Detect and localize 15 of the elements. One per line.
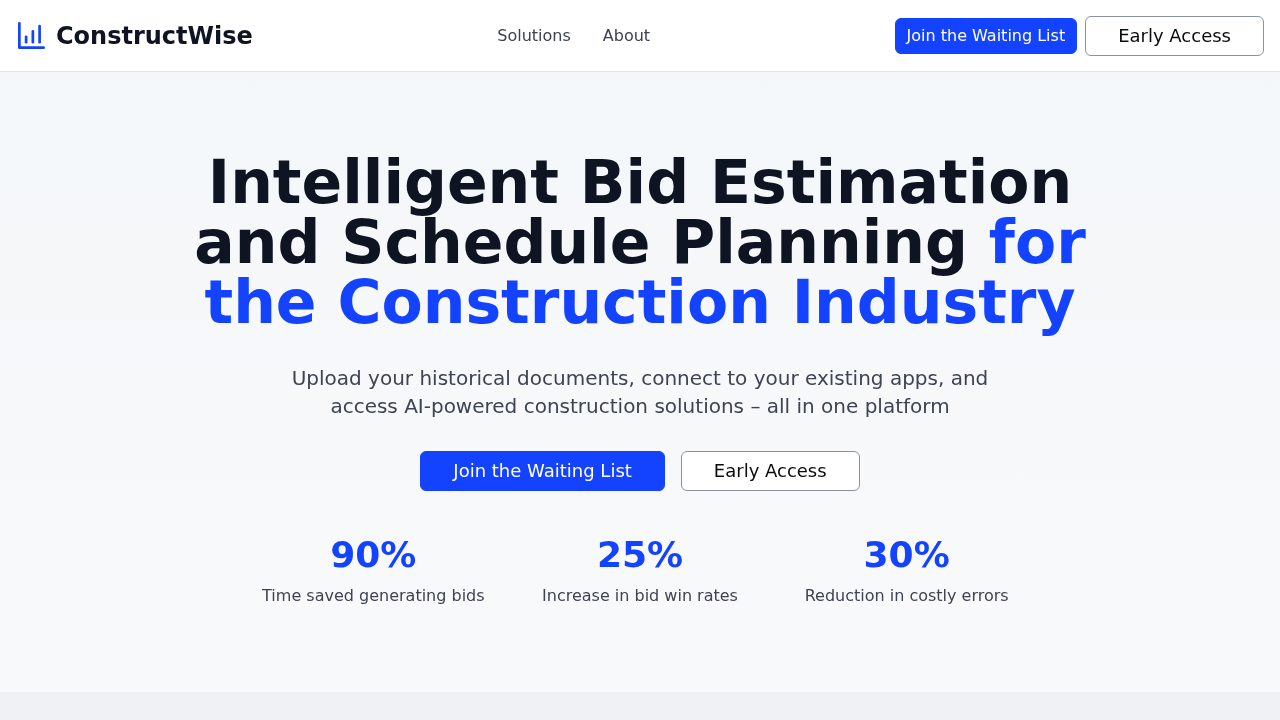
- nav-link[interactable]: About: [602, 23, 651, 48]
- early-access-button[interactable]: Early Access: [680, 451, 860, 491]
- stat-label: Increase in bid win rates: [542, 585, 738, 607]
- early-access-button[interactable]: Early Access: [1085, 15, 1264, 56]
- stat-label: Reduction in costly errors: [804, 585, 1009, 607]
- hero-subtitle: Upload your historical documents, connect to your existing apps, and access AI-powered construction solutions – all in one platform: [290, 365, 990, 420]
- join-waitlist-button[interactable]: Join the Waiting List: [420, 451, 665, 491]
- brand-name[interactable]: ConstructWise: [56, 20, 253, 51]
- stat-value: 90%: [330, 535, 417, 575]
- stat-value: 25%: [596, 535, 684, 575]
- bar-chart-icon: [18, 22, 45, 49]
- join-waitlist-button[interactable]: Join the Waiting List: [894, 17, 1078, 54]
- stat-label: Time saved generating bids: [262, 585, 485, 607]
- stat-value: 30%: [863, 535, 950, 575]
- nav-link[interactable]: Solutions: [497, 23, 571, 48]
